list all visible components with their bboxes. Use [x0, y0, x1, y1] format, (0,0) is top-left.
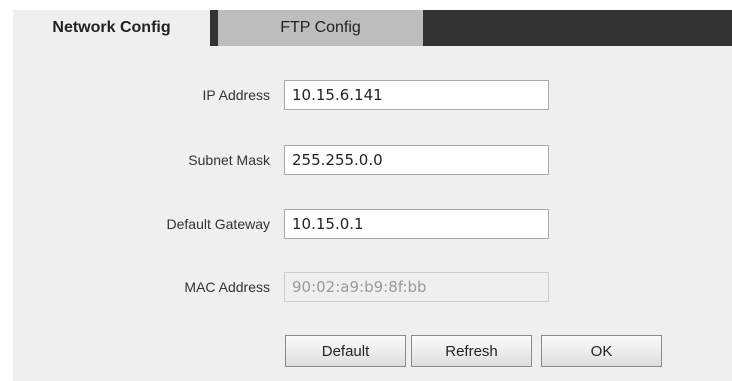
network-config-panel: Network Config FTP Config IP Address Sub…: [13, 10, 732, 381]
mac-address-label: MAC Address: [184, 279, 270, 295]
tab-network-config[interactable]: Network Config: [13, 10, 210, 46]
tab-bar: Network Config FTP Config: [13, 10, 732, 46]
ip-address-row: IP Address: [13, 80, 732, 110]
tab-ftp-config[interactable]: FTP Config: [218, 10, 423, 46]
mac-address-input: [284, 272, 549, 302]
subnet-mask-input[interactable]: [284, 145, 549, 175]
tab-divider: [210, 10, 218, 46]
refresh-button[interactable]: Refresh: [411, 335, 532, 367]
mac-address-row: MAC Address: [13, 272, 732, 302]
subnet-mask-row: Subnet Mask: [13, 145, 732, 175]
default-button[interactable]: Default: [285, 335, 406, 367]
ok-button[interactable]: OK: [541, 335, 662, 367]
ip-address-input[interactable]: [284, 80, 549, 110]
default-gateway-input[interactable]: [284, 209, 549, 239]
ip-address-label: IP Address: [202, 87, 270, 103]
subnet-mask-label: Subnet Mask: [188, 152, 270, 168]
default-gateway-label: Default Gateway: [166, 216, 271, 232]
default-gateway-row: Default Gateway: [13, 209, 732, 239]
